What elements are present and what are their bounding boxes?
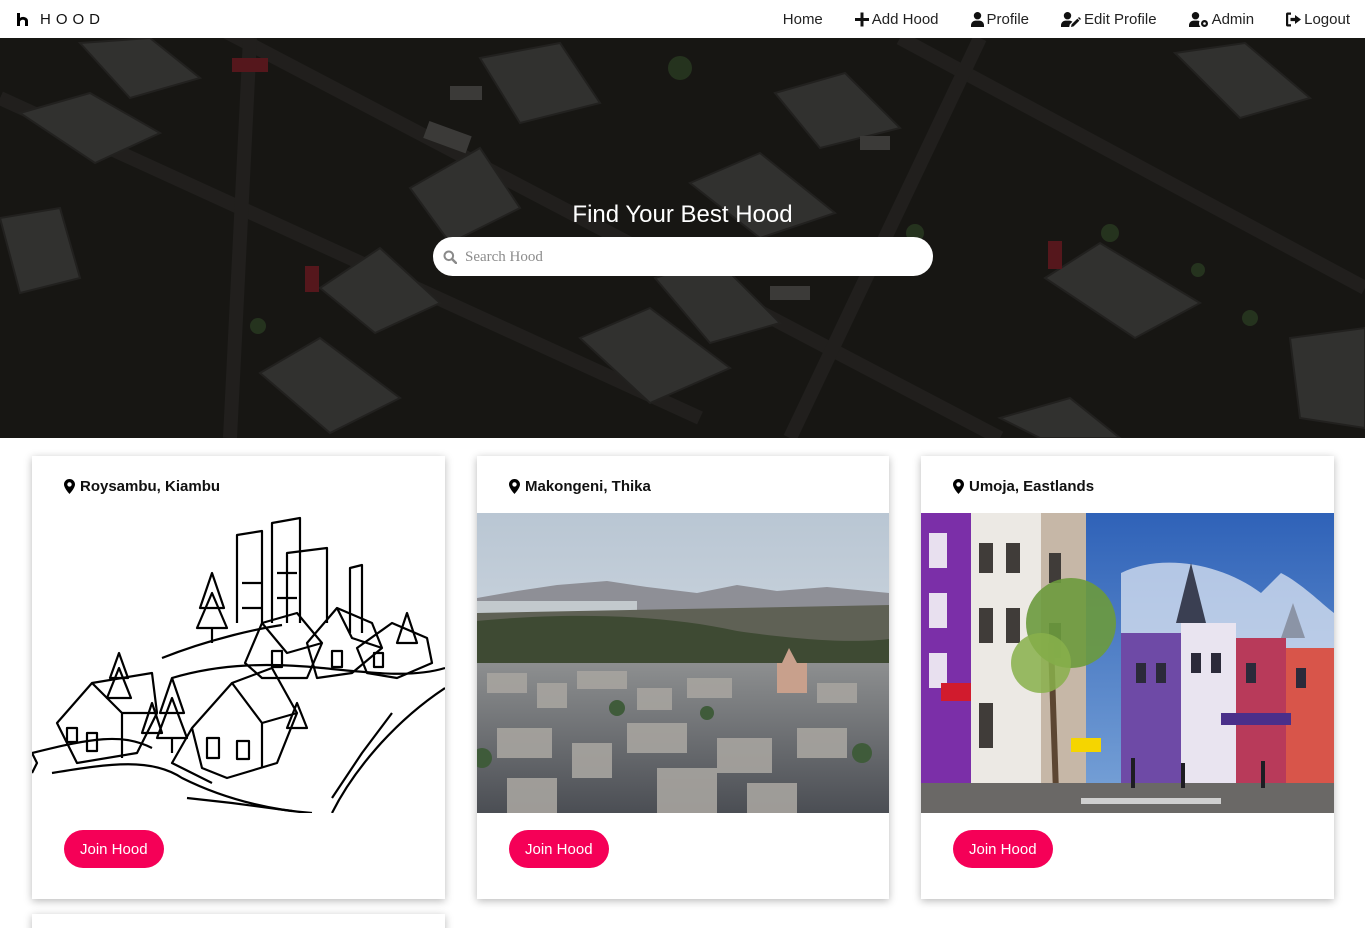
- nav-home[interactable]: Home: [783, 11, 823, 28]
- nav-admin-label: Admin: [1211, 10, 1255, 28]
- hood-card: Roysambu, Kiambu Join Hood: [32, 456, 445, 899]
- hero-title: Find Your Best Hood: [572, 201, 793, 228]
- join-hood-button[interactable]: Join Hood: [64, 830, 164, 868]
- hood-image: [477, 513, 889, 813]
- hood-card: Umoja, Eastlands Join Hood: [921, 456, 1334, 899]
- hood-image: [32, 513, 445, 813]
- navbar: HOOD Home Add Hood Profile Edit Profile …: [0, 0, 1365, 38]
- neighborhood-line-drawing: [32, 513, 445, 813]
- sign-out-icon: [1286, 12, 1302, 26]
- map-marker-icon: [64, 479, 75, 494]
- brand-link[interactable]: HOOD: [16, 11, 105, 28]
- nav-logout-label: Logout: [1304, 10, 1350, 28]
- search-input[interactable]: [465, 241, 905, 272]
- hood-card: [32, 914, 445, 928]
- user-cog-icon: [1188, 11, 1208, 27]
- nav-admin[interactable]: Admin: [1188, 10, 1255, 28]
- nav-edit-profile-label: Edit Profile: [1084, 10, 1157, 28]
- nav-add-hood-label: Add Hood: [871, 10, 939, 28]
- card-location-label: Umoja, Eastlands: [969, 478, 1095, 495]
- map-marker-icon: [509, 479, 520, 494]
- colorful-street-photo: [921, 513, 1334, 813]
- nav-home-label: Home: [782, 10, 823, 28]
- join-hood-button[interactable]: Join Hood: [509, 830, 609, 868]
- brand-name: HOOD: [40, 10, 105, 28]
- join-hood-button[interactable]: Join Hood: [953, 830, 1053, 868]
- nav-logout[interactable]: Logout: [1286, 11, 1350, 28]
- card-location: Roysambu, Kiambu: [64, 478, 220, 495]
- search-box: [433, 237, 933, 276]
- map-marker-icon: [953, 479, 964, 494]
- hood-image: [921, 513, 1334, 813]
- nav-edit-profile[interactable]: Edit Profile: [1061, 11, 1157, 28]
- search-icon: [443, 250, 457, 264]
- nav-profile-label: Profile: [986, 10, 1030, 28]
- user-edit-icon: [1061, 11, 1082, 27]
- aerial-city-photo: [477, 513, 889, 813]
- nav-profile[interactable]: Profile: [970, 10, 1030, 28]
- nav-menu: Home Add Hood Profile Edit Profile Admin…: [751, 11, 1350, 28]
- h-logo-icon: [17, 12, 28, 26]
- user-icon: [970, 11, 984, 27]
- card-location: Umoja, Eastlands: [953, 478, 1094, 495]
- card-location-label: Makongeni, Thika: [525, 478, 651, 495]
- hood-card: Makongeni, Thika Join Hood: [477, 456, 889, 899]
- card-location-label: Roysambu, Kiambu: [80, 478, 221, 495]
- hero-banner: Find Your Best Hood: [0, 38, 1365, 438]
- nav-add-hood[interactable]: Add Hood: [854, 10, 939, 28]
- plus-icon: [854, 12, 869, 26]
- card-location: Makongeni, Thika: [509, 478, 651, 495]
